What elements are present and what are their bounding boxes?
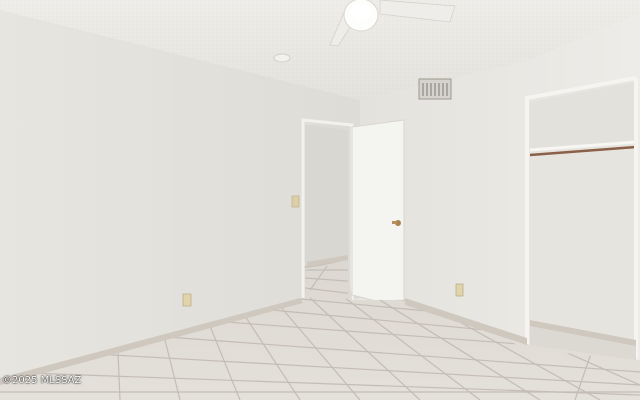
light-switch <box>291 195 300 208</box>
bedroom-door <box>351 119 405 309</box>
smoke-detector <box>273 53 291 63</box>
room-illustration <box>0 0 640 400</box>
photo-watermark: ©2025 MLSSAZ <box>2 375 82 386</box>
empty-bedroom-photo: ©2025 MLSSAZ <box>0 0 640 400</box>
hvac-vent <box>418 78 452 100</box>
outlet-left <box>182 293 192 307</box>
outlet-right <box>455 283 464 297</box>
